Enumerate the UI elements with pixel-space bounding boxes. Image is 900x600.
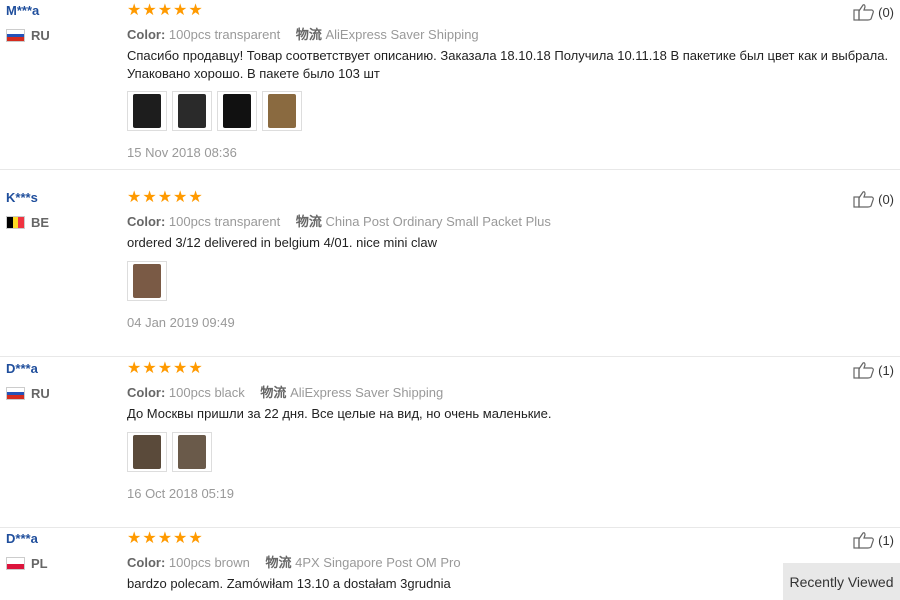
helpful-button[interactable]: (1) bbox=[853, 531, 894, 549]
review-meta: Color: 100pcs transparent 物流 China Post … bbox=[127, 211, 551, 230]
flag-icon bbox=[6, 387, 25, 400]
reviewer-name[interactable]: D***a bbox=[6, 361, 38, 376]
review-photos bbox=[127, 261, 167, 301]
review-text: ordered 3/12 delivered in belgium 4/01. … bbox=[127, 235, 438, 250]
review-photo-thumbnail[interactable] bbox=[217, 91, 257, 131]
star-icon: ★ bbox=[173, 358, 188, 377]
review-meta: Color: 100pcs brown 物流 4PX Singapore Pos… bbox=[127, 552, 461, 571]
flag-icon bbox=[6, 216, 25, 229]
flag-icon bbox=[6, 29, 25, 42]
star-icon: ★ bbox=[142, 0, 157, 19]
helpful-button[interactable]: (0) bbox=[853, 190, 894, 208]
review-photo-thumbnail[interactable] bbox=[172, 91, 212, 131]
reviewer-name[interactable]: K***s bbox=[6, 190, 38, 205]
color-label: Color: bbox=[127, 385, 166, 400]
country-code: RU bbox=[31, 386, 50, 401]
star-rating: ★ ★ ★ ★ ★ bbox=[127, 358, 203, 378]
helpful-count: (0) bbox=[878, 4, 894, 20]
thumbs-up-icon bbox=[853, 532, 875, 549]
review-text: До Москвы пришли за 22 дня. Все целые на… bbox=[127, 406, 552, 421]
reviewer-name[interactable]: M***a bbox=[6, 3, 39, 18]
review-meta: Color: 100pcs transparent 物流 AliExpress … bbox=[127, 24, 479, 43]
star-icon: ★ bbox=[127, 358, 142, 377]
color-value: 100pcs brown bbox=[168, 555, 250, 570]
review-photo-thumbnail[interactable] bbox=[127, 261, 167, 301]
reviewer-country: RU bbox=[6, 28, 50, 43]
star-icon: ★ bbox=[188, 358, 203, 377]
star-icon: ★ bbox=[157, 0, 173, 19]
country-code: RU bbox=[31, 28, 50, 43]
color-value: 100pcs black bbox=[168, 385, 245, 400]
star-icon: ★ bbox=[127, 0, 142, 19]
review-photo-thumbnail[interactable] bbox=[127, 91, 167, 131]
reviewer-country: BE bbox=[6, 215, 49, 230]
color-label: Color: bbox=[127, 555, 166, 570]
shipping-label: 物流 bbox=[265, 555, 292, 570]
flag-icon bbox=[6, 557, 25, 570]
star-icon: ★ bbox=[142, 358, 157, 377]
color-label: Color: bbox=[127, 27, 166, 42]
recently-viewed-button[interactable]: Recently Viewed bbox=[783, 563, 900, 600]
thumbs-up-icon bbox=[853, 4, 875, 21]
review-item: D***a PL ★ ★ ★ ★ ★ Color: 100pcs brown 物… bbox=[0, 528, 900, 600]
review-item: D***a RU ★ ★ ★ ★ ★ Color: 100pcs black 物… bbox=[0, 358, 900, 528]
color-value: 100pcs transparent bbox=[168, 214, 281, 229]
country-code: PL bbox=[31, 556, 48, 571]
thumbs-up-icon bbox=[853, 191, 875, 208]
review-photos bbox=[127, 432, 212, 472]
shipping-value: 4PX Singapore Post OM Pro bbox=[295, 555, 461, 570]
star-icon: ★ bbox=[142, 187, 157, 206]
review-meta: Color: 100pcs black 物流 AliExpress Saver … bbox=[127, 382, 443, 401]
shipping-value: China Post Ordinary Small Packet Plus bbox=[325, 214, 551, 229]
shipping-value: AliExpress Saver Shipping bbox=[325, 27, 479, 42]
star-icon: ★ bbox=[157, 187, 173, 206]
star-icon: ★ bbox=[188, 187, 203, 206]
star-rating: ★ ★ ★ ★ ★ bbox=[127, 0, 203, 20]
star-icon: ★ bbox=[157, 358, 173, 377]
shipping-label: 物流 bbox=[295, 27, 322, 42]
review-date: 15 Nov 2018 08:36 bbox=[127, 145, 237, 160]
star-icon: ★ bbox=[127, 187, 142, 206]
color-value: 100pcs transparent bbox=[168, 27, 281, 42]
reviewer-country: PL bbox=[6, 556, 48, 571]
reviewer-name[interactable]: D***a bbox=[6, 531, 38, 546]
star-icon: ★ bbox=[142, 528, 157, 547]
review-item: M***a RU ★ ★ ★ ★ ★ Color: 100pcs transpa… bbox=[0, 0, 900, 170]
review-date: 16 Oct 2018 05:19 bbox=[127, 486, 234, 501]
thumbs-up-icon bbox=[853, 362, 875, 379]
helpful-count: (0) bbox=[878, 191, 894, 207]
review-text: Спасибо продавцу! Товар соответствует оп… bbox=[127, 48, 889, 81]
reviewer-country: RU bbox=[6, 386, 50, 401]
review-text: bardzo polecam. Zamówiłam 13.10 a dostał… bbox=[127, 576, 451, 591]
shipping-label: 物流 bbox=[295, 214, 322, 229]
helpful-count: (1) bbox=[878, 362, 894, 378]
star-icon: ★ bbox=[157, 528, 173, 547]
star-rating: ★ ★ ★ ★ ★ bbox=[127, 187, 203, 207]
star-icon: ★ bbox=[188, 0, 203, 19]
review-photo-thumbnail[interactable] bbox=[262, 91, 302, 131]
shipping-value: AliExpress Saver Shipping bbox=[290, 385, 444, 400]
star-rating: ★ ★ ★ ★ ★ bbox=[127, 528, 203, 548]
star-icon: ★ bbox=[173, 528, 188, 547]
review-date: 04 Jan 2019 09:49 bbox=[127, 315, 235, 330]
shipping-label: 物流 bbox=[260, 385, 287, 400]
helpful-button[interactable]: (1) bbox=[853, 361, 894, 379]
review-photo-thumbnail[interactable] bbox=[172, 432, 212, 472]
review-item: K***s BE ★ ★ ★ ★ ★ Color: 100pcs transpa… bbox=[0, 187, 900, 357]
review-photo-thumbnail[interactable] bbox=[127, 432, 167, 472]
star-icon: ★ bbox=[173, 0, 188, 19]
helpful-button[interactable]: (0) bbox=[853, 3, 894, 21]
country-code: BE bbox=[31, 215, 50, 230]
color-label: Color: bbox=[127, 214, 166, 229]
helpful-count: (1) bbox=[878, 532, 894, 548]
review-photos bbox=[127, 91, 302, 131]
star-icon: ★ bbox=[173, 187, 188, 206]
star-icon: ★ bbox=[127, 528, 142, 547]
star-icon: ★ bbox=[188, 528, 203, 547]
